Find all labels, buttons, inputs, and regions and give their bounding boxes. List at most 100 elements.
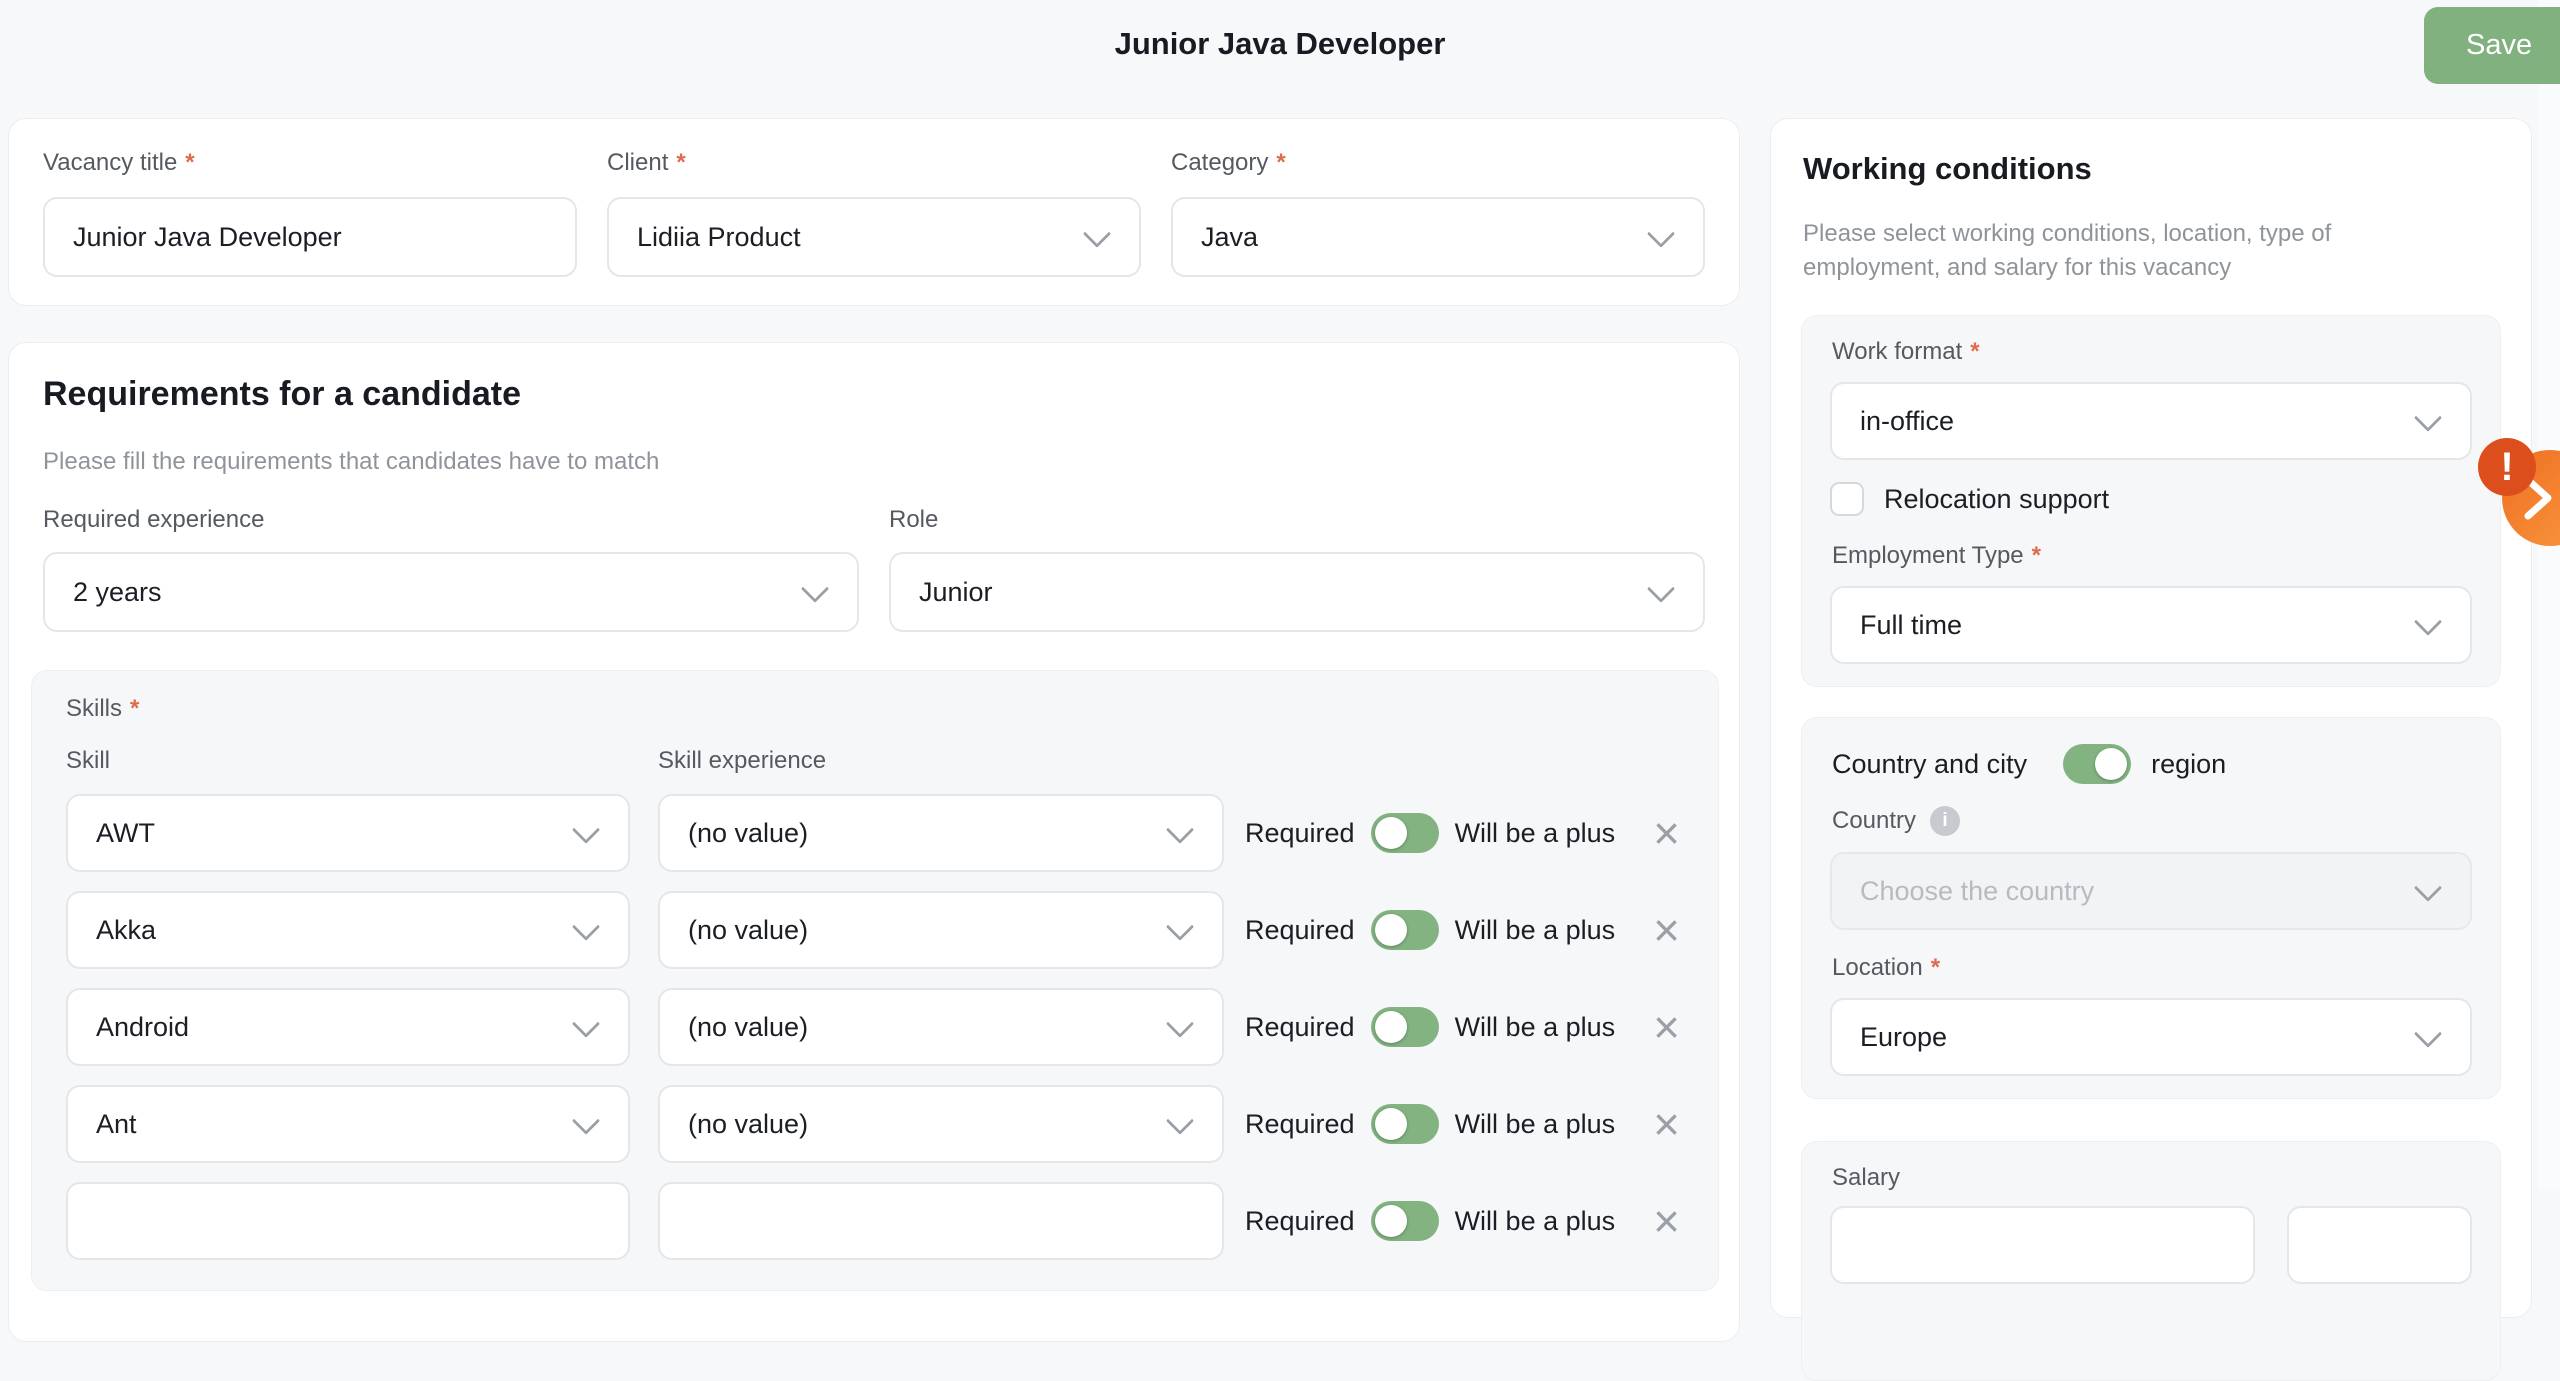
skill-experience-select[interactable]: (no value) <box>658 1085 1224 1163</box>
skill-select[interactable]: Ant <box>66 1085 630 1163</box>
experience-role-row: Required experience 2 years Role Junior <box>43 506 1705 632</box>
remove-skill-icon[interactable]: × <box>1653 1198 1684 1244</box>
skill-row: Akka (no value) Required Will be a plus … <box>66 891 1684 969</box>
role-label: Role <box>889 506 938 534</box>
category-field: Category * Java <box>1171 149 1705 277</box>
region-label: region <box>2151 749 2226 780</box>
remove-skill-icon[interactable]: × <box>1653 1101 1684 1147</box>
will-be-a-plus-label: Will be a plus <box>1455 1012 1616 1043</box>
chevron-down-icon <box>801 575 829 603</box>
employment-type-value: Full time <box>1860 610 1962 641</box>
work-format-subcard: Work format * in-office Relocation suppo… <box>1801 315 2501 687</box>
info-icon[interactable]: i <box>1930 806 1960 836</box>
skill-row: Android (no value) Required Will be a pl… <box>66 988 1684 1066</box>
skill-column-header: Skill <box>66 747 658 775</box>
category-value: Java <box>1201 222 1258 253</box>
country-select[interactable]: Choose the country <box>1830 852 2472 930</box>
country-and-city-label: Country and city <box>1832 749 2027 780</box>
skill-experience-value: (no value) <box>688 1012 808 1043</box>
required-option-label: Required <box>1245 1012 1355 1043</box>
role-select[interactable]: Junior <box>889 552 1705 632</box>
skill-value: Akka <box>96 915 156 946</box>
skill-priority-toggle[interactable] <box>1371 1007 1439 1047</box>
skills-title-text: Skills <box>66 695 122 723</box>
vacancy-title-input[interactable]: Junior Java Developer <box>43 197 577 277</box>
scrollbar-gutter[interactable] <box>2538 0 2560 1189</box>
working-conditions-card: Working conditions Please select working… <box>1770 118 2532 1318</box>
chevron-down-icon <box>572 1010 600 1038</box>
chevron-down-icon <box>1166 913 1194 941</box>
relocation-checkbox[interactable] <box>1830 482 1864 516</box>
required-experience-field: Required experience 2 years <box>43 506 859 632</box>
required-option-label: Required <box>1245 1206 1355 1237</box>
required-option-label: Required <box>1245 1109 1355 1140</box>
chevron-down-icon <box>2414 404 2442 432</box>
skills-panel: Skills * Skill Skill experience AWT (no … <box>31 670 1719 1291</box>
client-select[interactable]: Lidiia Product <box>607 197 1141 277</box>
toggle-knob <box>1375 1108 1407 1140</box>
country-label-row: Country i <box>1832 806 2472 836</box>
working-conditions-subtitle: Please select working conditions, locati… <box>1803 217 2453 285</box>
skill-priority-toggle[interactable] <box>1371 1201 1439 1241</box>
work-format-select[interactable]: in-office <box>1830 382 2472 460</box>
client-value: Lidiia Product <box>637 222 801 253</box>
vacancy-title-value: Junior Java Developer <box>73 222 342 253</box>
remove-skill-icon[interactable]: × <box>1653 810 1684 856</box>
skill-priority-toggle[interactable] <box>1371 1104 1439 1144</box>
chevron-down-icon <box>2414 608 2442 636</box>
toggle-knob <box>1375 1011 1407 1043</box>
save-button[interactable]: Save <box>2424 7 2560 84</box>
salary-inputs-row <box>1830 1206 2472 1284</box>
skill-experience-select[interactable]: (no value) <box>658 794 1224 872</box>
label-text: Work format <box>1832 338 1962 366</box>
client-label: Client * <box>607 149 1141 177</box>
required-asterisk: * <box>1276 149 1285 177</box>
remove-skill-icon[interactable]: × <box>1653 1004 1684 1050</box>
work-format-label: Work format * <box>1832 338 2472 366</box>
country-placeholder: Choose the country <box>1860 876 2094 907</box>
skill-row: Ant (no value) Required Will be a plus × <box>66 1085 1684 1163</box>
skill-experience-select[interactable]: (no value) <box>658 891 1224 969</box>
skill-select[interactable]: Akka <box>66 891 630 969</box>
skill-experience-value: (no value) <box>688 915 808 946</box>
skill-select[interactable] <box>66 1182 630 1260</box>
category-label: Category * <box>1171 149 1705 177</box>
requirements-title: Requirements for a candidate <box>43 373 1705 414</box>
skill-select[interactable]: AWT <box>66 794 630 872</box>
location-select[interactable]: Europe <box>1830 998 2472 1076</box>
remove-skill-icon[interactable]: × <box>1653 907 1684 953</box>
salary-label: Salary <box>1832 1164 2472 1192</box>
skill-value: Ant <box>96 1109 137 1140</box>
salary-input[interactable] <box>1830 1206 2255 1284</box>
skill-experience-select[interactable] <box>658 1182 1224 1260</box>
skill-priority-toggle[interactable] <box>1371 813 1439 853</box>
skill-priority-toggle[interactable] <box>1371 910 1439 950</box>
chevron-down-icon <box>2414 874 2442 902</box>
location-mode-toggle[interactable] <box>2063 744 2131 784</box>
category-select[interactable]: Java <box>1171 197 1705 277</box>
requirements-subtitle: Please fill the requirements that candid… <box>43 448 1705 476</box>
location-mode-row: Country and city region <box>1830 740 2472 784</box>
salary-input[interactable] <box>2287 1206 2472 1284</box>
chevron-down-icon <box>1647 575 1675 603</box>
salary-subcard: Salary <box>1801 1141 2501 1381</box>
skill-row: AWT (no value) Required Will be a plus × <box>66 794 1684 872</box>
skill-select[interactable]: Android <box>66 988 630 1066</box>
chevron-down-icon <box>572 816 600 844</box>
required-option-label: Required <box>1245 818 1355 849</box>
required-experience-select[interactable]: 2 years <box>43 552 859 632</box>
role-field: Role Junior <box>889 506 1705 632</box>
required-asterisk: * <box>676 149 685 177</box>
required-asterisk: * <box>185 149 194 177</box>
skill-experience-value: (no value) <box>688 818 808 849</box>
skill-value: AWT <box>96 818 155 849</box>
employment-type-select[interactable]: Full time <box>1830 586 2472 664</box>
chevron-down-icon <box>2414 1020 2442 1048</box>
vacancy-title-label: Vacancy title * <box>43 149 577 177</box>
skill-experience-select[interactable]: (no value) <box>658 988 1224 1066</box>
requirements-card: Requirements for a candidate Please fill… <box>8 342 1740 1342</box>
required-option-label: Required <box>1245 915 1355 946</box>
location-subcard: Country and city region Country i Choose… <box>1801 717 2501 1099</box>
label-text: Category <box>1171 149 1268 177</box>
alert-icon[interactable]: ! <box>2478 438 2536 496</box>
